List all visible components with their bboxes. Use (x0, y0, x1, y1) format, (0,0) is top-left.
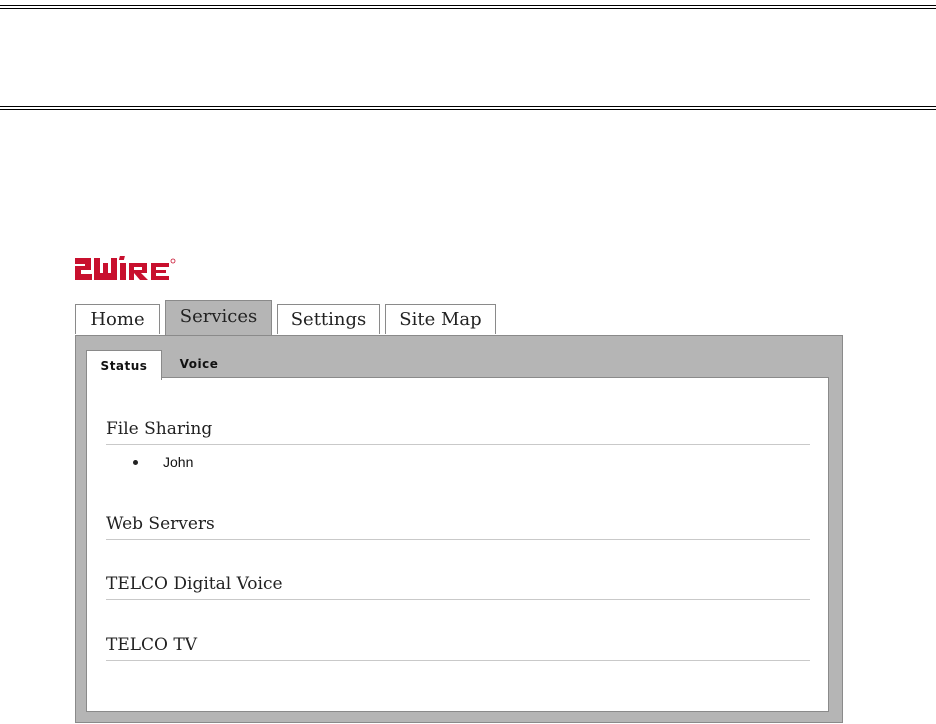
status-content: File Sharing John Web Servers TELCO Digi… (86, 377, 829, 712)
section-telco-digital-voice: TELCO Digital Voice (106, 573, 810, 600)
subtab-voice[interactable]: Voice (164, 350, 234, 378)
subtab-status-label: Status (100, 358, 148, 373)
list-item: John (106, 451, 810, 473)
brand-logo (75, 256, 176, 280)
top-double-rule (0, 5, 936, 9)
tab-site-map[interactable]: Site Map (385, 304, 496, 334)
services-panel: Status Voice File Sharing John Web Serve… (75, 335, 843, 723)
file-sharing-list: John (106, 451, 810, 473)
section-web-servers: Web Servers (106, 513, 810, 540)
subtab-status[interactable]: Status (86, 350, 162, 380)
tab-site-map-label: Site Map (399, 309, 482, 330)
tab-settings-label: Settings (290, 309, 367, 330)
bottom-double-rule (0, 106, 936, 110)
tab-settings[interactable]: Settings (277, 304, 380, 334)
tab-services-label: Services (179, 306, 258, 327)
list-item-label: John (163, 454, 194, 470)
tab-home-label: Home (90, 309, 145, 330)
subtab-voice-label: Voice (179, 357, 219, 371)
tab-services[interactable]: Services (165, 300, 272, 336)
section-title: TELCO Digital Voice (106, 573, 810, 600)
section-title: File Sharing (106, 418, 810, 445)
tab-home[interactable]: Home (75, 304, 160, 334)
section-file-sharing: File Sharing John (106, 418, 810, 473)
bullet-icon (133, 460, 138, 465)
section-title: Web Servers (106, 513, 810, 540)
section-telco-tv: TELCO TV (106, 634, 810, 661)
section-title: TELCO TV (106, 634, 810, 661)
